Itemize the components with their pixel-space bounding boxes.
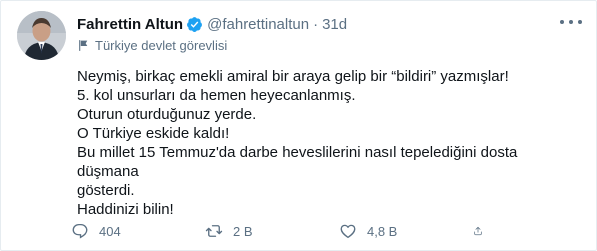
heart-icon xyxy=(340,224,356,239)
timestamp[interactable]: 31d xyxy=(322,16,347,33)
retweet-button[interactable]: 2 B xyxy=(205,222,339,240)
tweet-line: Oturun oturduğunuz yerde. xyxy=(77,106,257,123)
reply-count: 404 xyxy=(99,223,121,239)
avatar-image xyxy=(17,11,66,60)
share-button[interactable] xyxy=(473,222,493,240)
like-count: 4,8 B xyxy=(367,223,398,239)
display-name[interactable]: Fahrettin Altun xyxy=(77,16,183,33)
share-icon xyxy=(474,226,482,236)
account-label-text: Türkiye devlet görevlisi xyxy=(95,38,228,53)
tweet-line: Bu millet 15 Temmuz'da darbe heveslileri… xyxy=(77,144,518,180)
action-bar: 404 2 B 4,8 B xyxy=(71,222,511,240)
separator: · xyxy=(313,15,319,33)
tweet-text: Neymiş, birkaç emekli amiral bir araya g… xyxy=(77,67,577,219)
flag-icon xyxy=(79,40,88,51)
reply-icon xyxy=(72,223,88,239)
tweet-line: O Türkiye eskide kaldı! xyxy=(77,125,230,142)
more-icon[interactable] xyxy=(560,15,582,29)
verified-badge-icon xyxy=(187,16,203,32)
handle[interactable]: @fahrettinaltun xyxy=(207,16,309,33)
tweet-line: Neymiş, birkaç emekli amiral bir araya g… xyxy=(77,68,509,85)
tweet-line: gösterdi. xyxy=(77,182,135,199)
tweet-line: Haddinizi bilin! xyxy=(77,201,174,218)
account-label: Türkiye devlet görevlisi xyxy=(77,38,227,53)
reply-button[interactable]: 404 xyxy=(71,222,205,240)
like-button[interactable]: 4,8 B xyxy=(339,222,473,240)
avatar[interactable] xyxy=(17,11,66,60)
tweet-header: Fahrettin Altun @fahrettinaltun · 31d xyxy=(77,14,536,34)
tweet-card[interactable]: Fahrettin Altun @fahrettinaltun · 31d Tü… xyxy=(0,0,597,251)
retweet-icon xyxy=(205,225,223,237)
retweet-count: 2 B xyxy=(233,223,253,239)
tweet-line: 5. kol unsurları da hemen heyecanlanmış. xyxy=(77,87,356,104)
